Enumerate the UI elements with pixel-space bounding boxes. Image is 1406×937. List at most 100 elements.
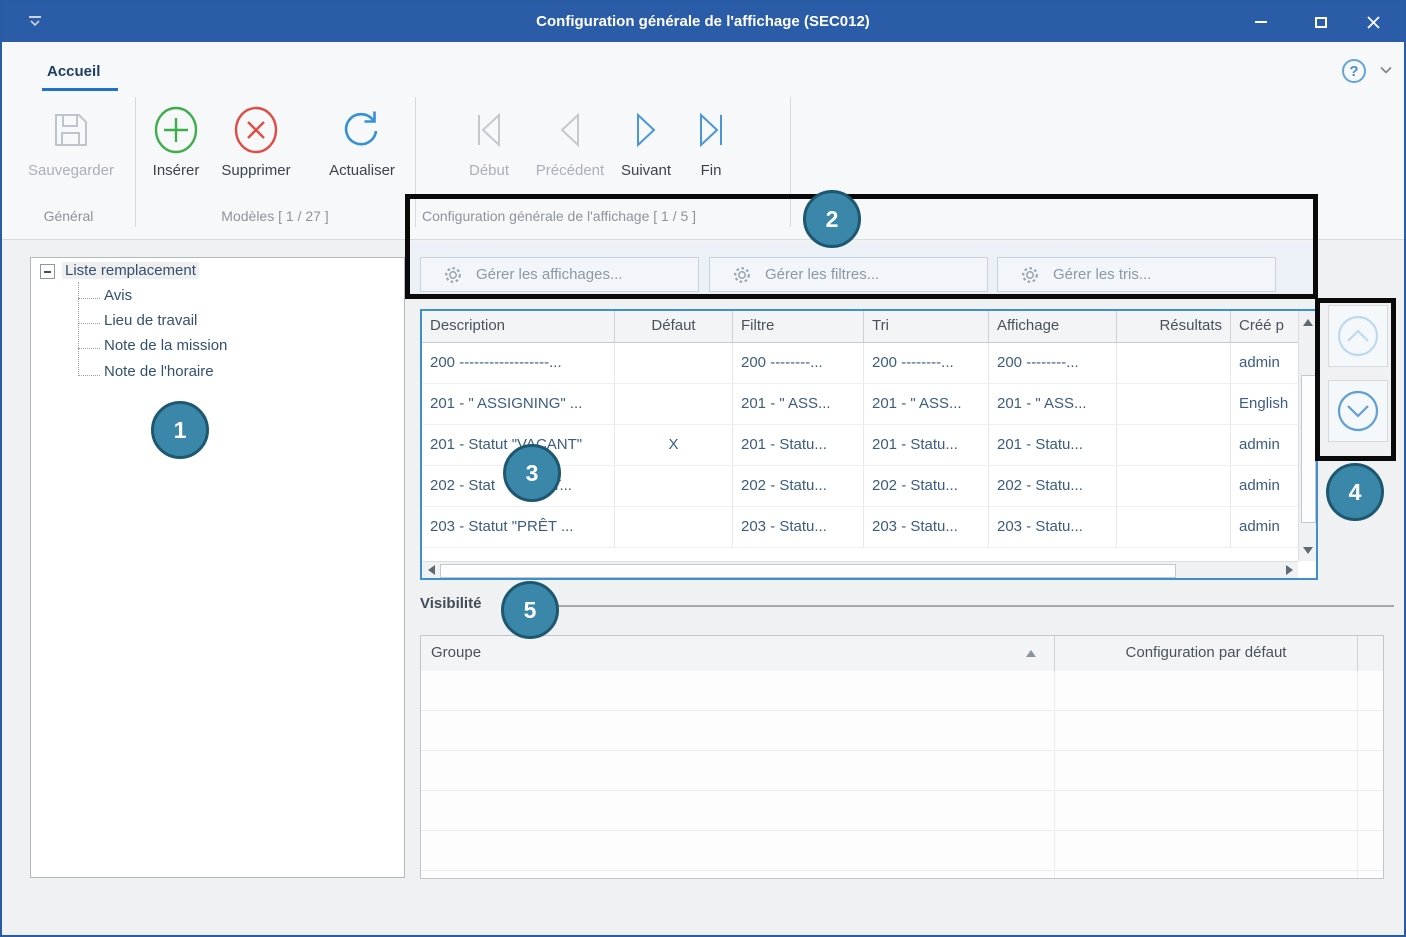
annotation-callout-2: 2: [803, 190, 861, 248]
save-button[interactable]: Sauvegarder: [18, 102, 124, 179]
configurations-grid: Description Défaut Filtre Tri Affichage …: [420, 309, 1318, 580]
refresh-button[interactable]: Actualiser: [318, 102, 406, 179]
tree-item-lieu-de-travail[interactable]: Lieu de travail: [104, 312, 197, 329]
cell-cree-par: admin: [1231, 466, 1298, 506]
application-window: Configuration générale de l'affichage (S…: [0, 0, 1406, 937]
maximize-button[interactable]: [1298, 2, 1344, 42]
refresh-icon: [318, 102, 406, 158]
cell-tri: 203 - Statu...: [864, 507, 989, 547]
insert-button[interactable]: Insérer: [142, 102, 210, 179]
cell-defaut: [615, 384, 733, 424]
save-icon: [18, 102, 124, 158]
horizontal-scrollbar[interactable]: [422, 561, 1298, 578]
table-row[interactable]: 201 - " ASSIGNING" ... 201 - " ASS... 20…: [422, 384, 1316, 425]
cell-resultats: [1117, 343, 1231, 383]
cell-cree-par: admin: [1231, 343, 1298, 383]
column-header-defaut[interactable]: Défaut: [615, 311, 733, 342]
tree-item-note-mission[interactable]: Note de la mission: [104, 337, 227, 354]
sort-ascending-icon: [1026, 650, 1036, 657]
visibility-table-body[interactable]: [421, 671, 1383, 878]
cell-filtre: 203 - Statu...: [733, 507, 864, 547]
annotation-rectangle-4: [1315, 298, 1396, 461]
visibility-header-row: Groupe Configuration par défaut: [421, 636, 1383, 672]
visibility-section-title: Visibilité: [420, 595, 481, 612]
cell-filtre: 201 - Statu...: [733, 425, 864, 465]
annotation-callout-5: 5: [501, 581, 559, 639]
annotation-callout-3: 3: [503, 444, 561, 502]
last-record-icon: [682, 102, 740, 158]
table-row[interactable]: 200 ------------------... 200 --------..…: [422, 343, 1316, 384]
ribbon-group-modeles: Modèles [ 1 / 27 ]: [135, 208, 415, 224]
delete-icon: [212, 102, 300, 158]
ribbon-collapse-chevron-icon[interactable]: [1380, 66, 1392, 74]
table-row[interactable]: 203 - Statut "PRÊT ... 203 - Statu... 20…: [422, 507, 1316, 548]
cell-tri: 202 - Statu...: [864, 466, 989, 506]
cell-cree-par: English: [1231, 384, 1298, 424]
column-header-tri[interactable]: Tri: [864, 311, 989, 342]
first-record-button[interactable]: Début: [454, 102, 524, 179]
help-button[interactable]: ?: [1342, 59, 1366, 83]
cell-filtre: 201 - " ASS...: [733, 384, 864, 424]
column-header-description[interactable]: Description: [422, 311, 615, 342]
visibility-section-divider: [506, 605, 1394, 607]
cell-tri: 200 --------...: [864, 343, 989, 383]
cell-description: 201 - " ASSIGNING" ...: [422, 384, 615, 424]
tab-accueil[interactable]: Accueil: [47, 63, 100, 80]
annotation-callout-4: 4: [1326, 463, 1384, 521]
cell-affichage: 201 - Statu...: [989, 425, 1117, 465]
close-button[interactable]: [1350, 2, 1396, 42]
column-divider: [1357, 671, 1358, 878]
tree-item-note-horaire[interactable]: Note de l'horaire: [104, 363, 214, 380]
column-header-cree-par[interactable]: Créé p: [1231, 311, 1298, 342]
scroll-left-button[interactable]: [423, 563, 439, 577]
previous-record-icon: [526, 102, 614, 158]
column-header-affichage[interactable]: Affichage: [989, 311, 1117, 342]
delete-button[interactable]: Supprimer: [212, 102, 300, 179]
column-header-filtre[interactable]: Filtre: [733, 311, 864, 342]
minimize-icon: [1255, 21, 1267, 23]
cell-defaut: [615, 507, 733, 547]
scroll-down-button[interactable]: [1300, 541, 1315, 559]
annotation-callout-1: 1: [151, 401, 209, 459]
cell-tri: 201 - " ASS...: [864, 384, 989, 424]
cell-description: 200 ------------------...: [422, 343, 615, 383]
cell-affichage: 202 - Statu...: [989, 466, 1117, 506]
cell-defaut: [615, 466, 733, 506]
scroll-up-button[interactable]: [1300, 313, 1315, 331]
tree-connector: [78, 298, 100, 299]
scrollbar-thumb[interactable]: [1301, 375, 1316, 523]
column-header-spacer: [1358, 636, 1383, 671]
scrollbar-thumb[interactable]: [440, 564, 1176, 578]
window-titlebar: Configuration générale de l'affichage (S…: [2, 2, 1404, 42]
tree-root-liste-remplacement[interactable]: Liste remplacement: [62, 262, 199, 279]
cell-filtre: 200 --------...: [733, 343, 864, 383]
vertical-scrollbar[interactable]: [1298, 311, 1316, 561]
active-tab-underline: [42, 88, 118, 91]
cell-resultats: [1117, 425, 1231, 465]
next-record-button[interactable]: Suivant: [614, 102, 678, 179]
insert-icon: [142, 102, 210, 158]
annotation-rectangle-2: [405, 194, 1318, 299]
cell-affichage: 203 - Statu...: [989, 507, 1117, 547]
cell-cree-par: admin: [1231, 425, 1298, 465]
maximize-icon: [1315, 17, 1327, 28]
cell-description: 203 - Statut "PRÊT ...: [422, 507, 615, 547]
column-header-resultats[interactable]: Résultats: [1117, 311, 1231, 342]
window-title: Configuration générale de l'affichage (S…: [2, 2, 1404, 42]
tree-connector: [78, 348, 100, 349]
last-record-button[interactable]: Fin: [682, 102, 740, 179]
close-icon: [1367, 16, 1380, 29]
tree-connector: [78, 375, 100, 376]
tree-connector: [78, 323, 100, 324]
scroll-right-button[interactable]: [1281, 563, 1297, 577]
cell-defaut: X: [615, 425, 733, 465]
previous-record-button[interactable]: Précédent: [526, 102, 614, 179]
grid-header-row: Description Défaut Filtre Tri Affichage …: [422, 311, 1316, 343]
tree-collapse-icon[interactable]: [40, 264, 55, 279]
column-header-groupe[interactable]: Groupe: [421, 636, 1055, 671]
tree-item-avis[interactable]: Avis: [104, 287, 132, 304]
minimize-button[interactable]: [1238, 2, 1284, 42]
column-header-configuration-par-defaut[interactable]: Configuration par défaut: [1055, 636, 1358, 671]
template-tree-panel: Liste remplacement Avis Lieu de travail …: [30, 257, 405, 878]
cell-cree-par: admin: [1231, 507, 1298, 547]
